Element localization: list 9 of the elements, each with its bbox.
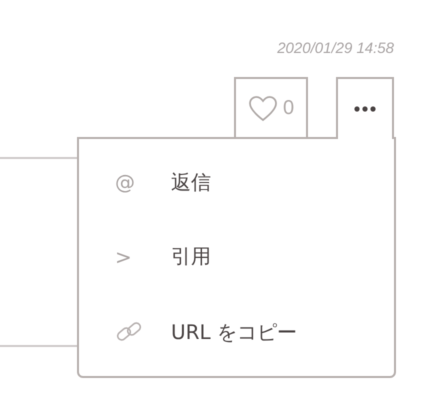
more-icon [354, 106, 376, 112]
like-count: 0 [282, 96, 294, 120]
timestamp: 2020/01/29 14:58 [277, 39, 394, 59]
at-icon: @ [115, 170, 135, 194]
menu-item[interactable]: > 引用 [115, 243, 211, 270]
menu-item[interactable]: @ 返信 [115, 168, 211, 196]
quote-icon: > [115, 244, 132, 269]
menu-item[interactable]: URL をコピー [115, 318, 298, 346]
more-button[interactable] [336, 77, 394, 139]
